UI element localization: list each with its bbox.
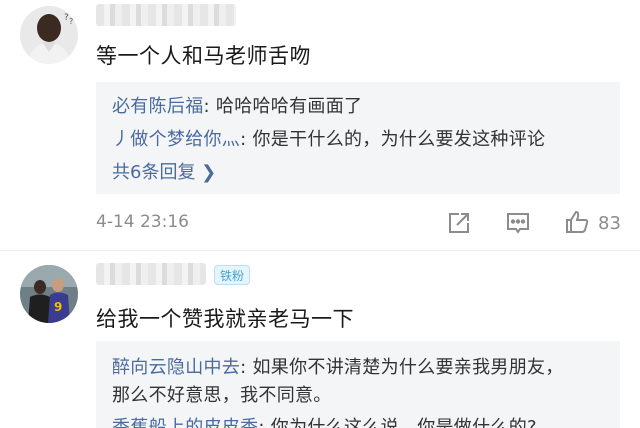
reply-text: 如果你不讲清楚为什么要亲我男朋友， [252,357,564,378]
reply-box: 必有陈后福: 哈哈哈哈有画面了 丿做个梦给你灬: 你是干什么的，为什么要发这种评… [96,82,620,194]
username-blurred[interactable] [96,4,236,26]
reply-username[interactable]: 必有陈后福 [112,96,204,117]
comment-item: ? ? 等一个人和马老师舌吻 必有陈后福: 哈哈哈哈有画面了 丿做个梦给你灬: … [0,0,640,250]
reply-text: 你为什么这么说，你是做什么的? [270,417,537,428]
svg-text:9: 9 [54,300,62,314]
reply-username[interactable]: 丿做个梦给你灬 [112,129,240,150]
avatar-image: 9 [20,265,78,323]
reply-box: 醉向云隐山中去: 如果你不讲清楚为什么要亲我男朋友， 那么不好意思，我不同意。 … [96,341,620,428]
reply-separator: : [203,96,216,117]
reply-icon[interactable] [505,210,531,236]
comment-item: 9 铁粉 给我一个赞我就亲老马一下 醉向云隐山中去: 如果你不讲清楚为什么要亲我… [0,251,640,428]
share-icon[interactable] [446,210,472,236]
reply-item: 醉向云隐山中去: 如果你不讲清楚为什么要亲我男朋友， [112,353,564,379]
reply-item: 必有陈后福: 哈哈哈哈有画面了 [112,92,362,118]
reply-separator: : [240,129,253,150]
comment-text: 给我一个赞我就亲老马一下 [96,307,354,331]
username-blurred[interactable] [96,263,206,285]
reply-text-continued: 那么不好意思，我不同意。 [112,385,332,406]
reply-separator: : [240,357,253,378]
like-count: 83 [598,213,621,234]
view-more-replies-link[interactable]: 共6条回复 ❯ [112,158,216,184]
reply-item: 丿做个梦给你灬: 你是干什么的，为什么要发这种评论 [112,125,545,151]
reply-username[interactable]: 香蕉船上的皮皮香 [112,417,258,428]
fan-badge: 铁粉 [214,265,251,285]
reply-username[interactable]: 醉向云隐山中去 [112,357,240,378]
like-icon[interactable] [564,209,590,235]
reply-text: 你是干什么的，为什么要发这种评论 [252,129,546,150]
comment-timestamp: 4-14 23:16 [96,212,189,232]
avatar[interactable]: ? ? [20,6,78,64]
reply-item: 香蕉船上的皮皮香: 你为什么这么说，你是做什么的? [112,413,537,428]
reply-text: 哈哈哈哈有画面了 [215,96,363,117]
avatar-image: ? ? [20,6,78,64]
svg-text:?: ? [69,17,73,26]
avatar[interactable]: 9 [20,265,78,323]
reply-separator: : [258,417,271,428]
comment-text: 等一个人和马老师舌吻 [96,44,311,68]
